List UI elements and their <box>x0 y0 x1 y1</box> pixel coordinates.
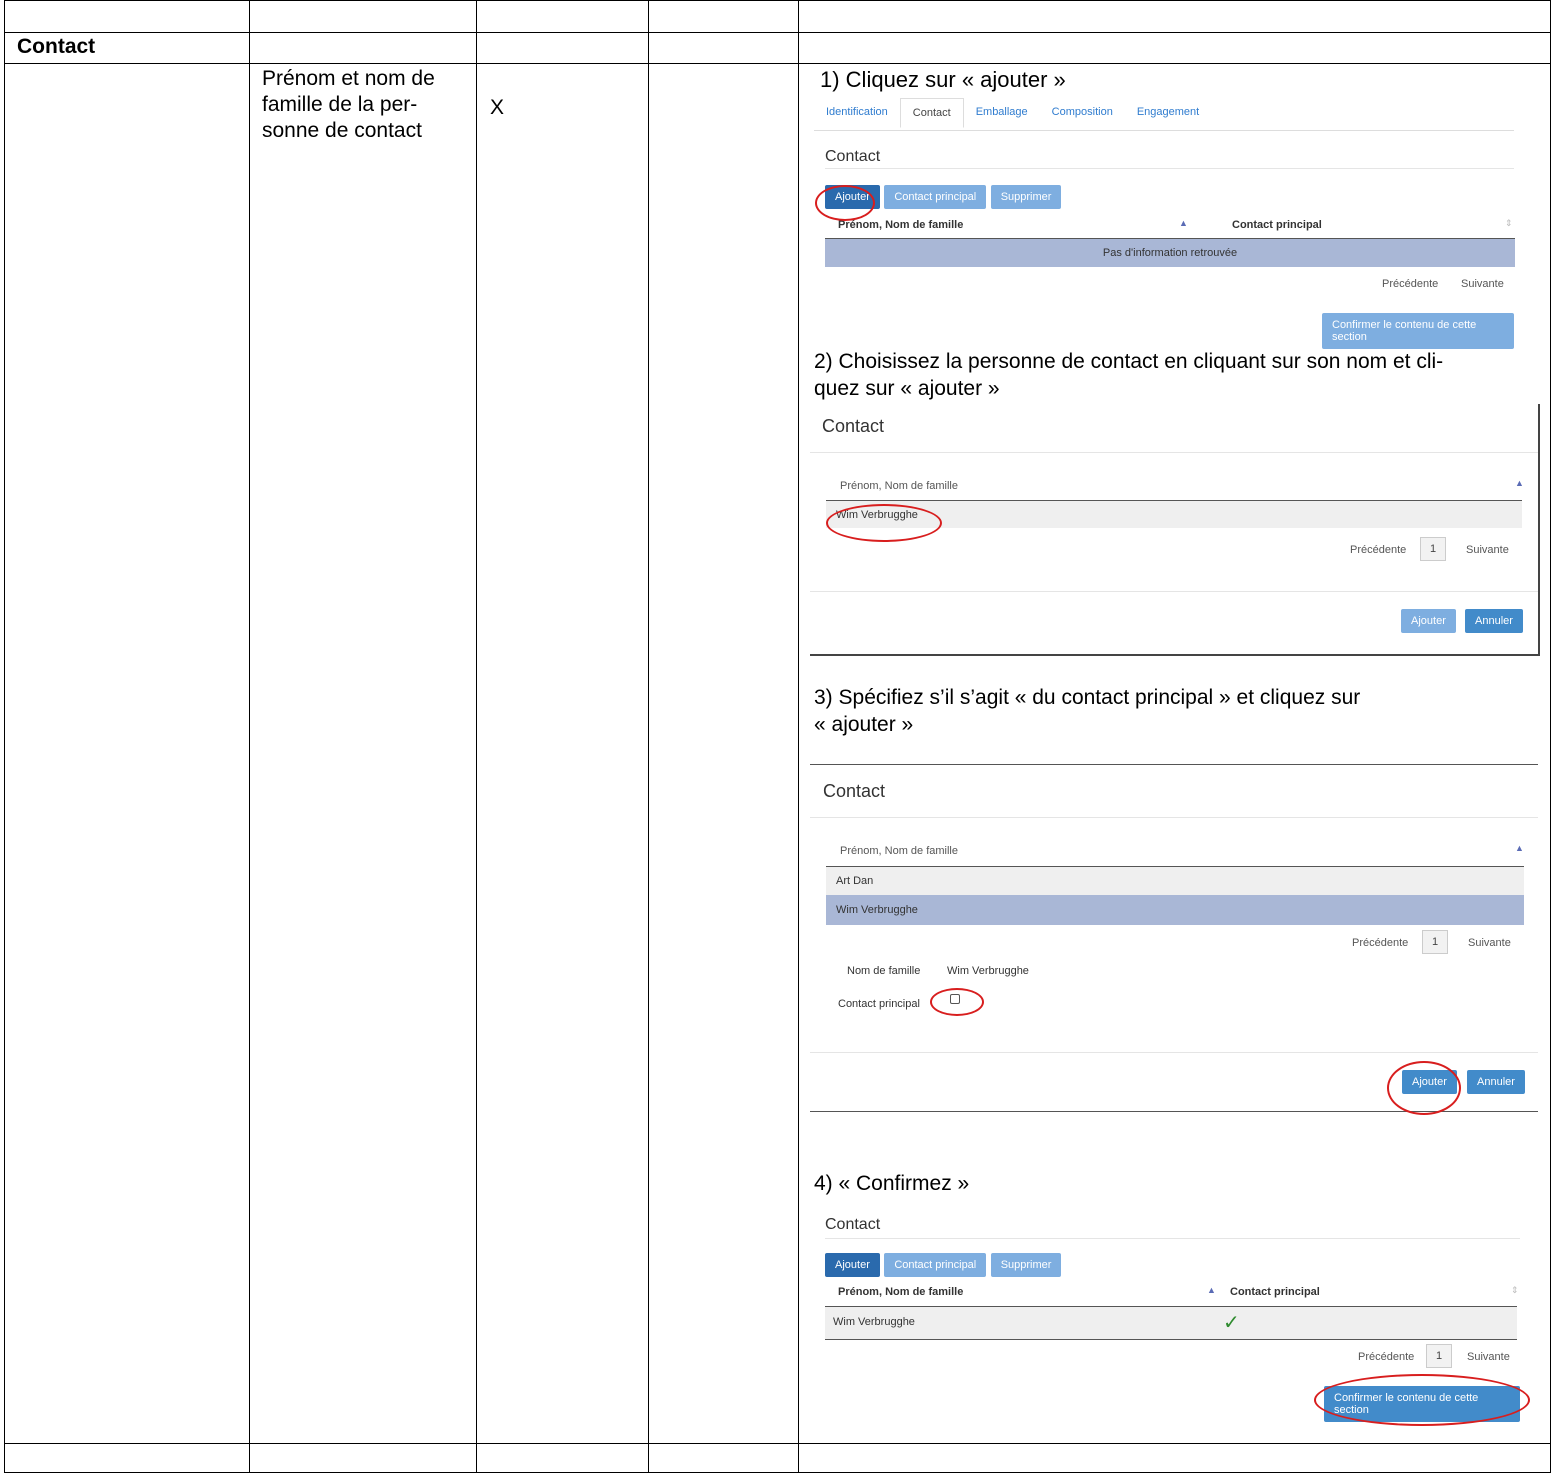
panel-title: Contact <box>822 416 885 436</box>
next-page-link[interactable]: Suivante <box>1467 1351 1510 1363</box>
divider <box>810 591 1538 592</box>
checkmark-icon: ✓ <box>1223 1312 1240 1334</box>
button-row: Ajouter Contact principal Supprimer <box>825 1253 1062 1277</box>
lastname-label: Nom de famille <box>847 965 921 977</box>
step-1-text: 1) Cliquez sur « ajouter » <box>820 67 1066 92</box>
step-2-line: quez sur « ajouter » <box>814 377 1000 400</box>
screenshot-1: Identification Contact Emballage Composi… <box>814 98 1515 349</box>
tab-contact[interactable]: Contact <box>899 98 964 128</box>
next-page-link[interactable]: Suivante <box>1468 937 1511 949</box>
section-title: Contact <box>17 35 96 58</box>
main-contact-button[interactable]: Contact principal <box>884 1253 987 1277</box>
divider <box>825 1238 1520 1239</box>
sort-icon[interactable]: ⇕ <box>1511 1285 1519 1296</box>
highlight-circle <box>1314 1374 1530 1426</box>
screenshot-4: Contact Ajouter Contact principal Suppri… <box>814 1198 1530 1426</box>
highlight-circle <box>1387 1061 1461 1115</box>
table-border-left <box>4 0 5 1473</box>
screenshot-3: Contact Prénom, Nom de famille ▲ Art Dan… <box>810 764 1538 1115</box>
page-number[interactable]: 1 <box>1422 930 1449 954</box>
cancel-button[interactable]: Annuler <box>1467 1070 1525 1094</box>
panel-title: Contact <box>825 1216 881 1233</box>
cancel-button[interactable]: Annuler <box>1465 609 1523 633</box>
next-page-link[interactable]: Suivante <box>1466 544 1509 556</box>
field-label-line: Prénom et nom de <box>262 67 435 90</box>
column-header-name[interactable]: Prénom, Nom de famille <box>838 1286 963 1298</box>
sort-icon[interactable]: ⇕ <box>1505 218 1513 229</box>
delete-button[interactable]: Supprimer <box>990 185 1062 209</box>
divider <box>810 1052 1538 1053</box>
step-3-line: 3) Spécifiez s’il s’agit « du contact pr… <box>814 686 1361 709</box>
sort-asc-icon[interactable]: ▲ <box>1515 843 1524 853</box>
column-header-main[interactable]: Contact principal <box>1230 1286 1320 1298</box>
divider <box>810 452 1538 453</box>
row-name: Wim Verbrugghe <box>833 1316 915 1328</box>
prev-page-link[interactable]: Précédente <box>1352 937 1408 949</box>
empty-row: Pas d'information retrouvée <box>825 238 1515 267</box>
step-3-text: 3) Spécifiez s’il s’agit « du contact pr… <box>814 684 1360 738</box>
field-label-line: famille de la per- <box>262 93 418 116</box>
column-header-main[interactable]: Contact principal <box>1232 219 1322 231</box>
panel-title: Contact <box>823 781 886 801</box>
step-2-line: 2) Choisissez la personne de contact en … <box>814 350 1444 373</box>
sort-asc-icon[interactable]: ▲ <box>1207 1285 1216 1295</box>
confirm-section-button[interactable]: Confirmer le contenu de cette section <box>1322 313 1514 349</box>
prev-page-link[interactable]: Précédente <box>1382 278 1438 290</box>
page-number[interactable]: 1 <box>1420 537 1447 561</box>
divider <box>825 168 1514 169</box>
sort-asc-icon[interactable]: ▲ <box>1515 478 1524 488</box>
add-button[interactable]: Ajouter <box>825 1253 880 1277</box>
step-4-text: 4) « Confirmez » <box>814 1172 970 1195</box>
field-label-line: sonne de contact <box>262 119 422 142</box>
table-border-col3 <box>476 0 477 1473</box>
panel-title: Contact <box>825 148 881 165</box>
highlight-circle <box>930 988 984 1016</box>
mandatory-mark: X <box>490 96 505 119</box>
main-contact-button[interactable]: Contact principal <box>884 185 987 209</box>
sort-asc-icon[interactable]: ▲ <box>1179 218 1188 228</box>
tabs: Identification Contact Emballage Composi… <box>814 98 1514 128</box>
column-header-name[interactable]: Prénom, Nom de famille <box>840 480 958 492</box>
table-border-col2 <box>249 0 250 1473</box>
tab-bar: Identification Contact Emballage Composi… <box>814 98 1514 131</box>
prev-page-link[interactable]: Précédente <box>1350 544 1406 556</box>
screenshot-2: Contact Prénom, Nom de famille ▲ Wim Ver… <box>810 404 1540 656</box>
tab-composition[interactable]: Composition <box>1040 98 1125 128</box>
tab-emballage[interactable]: Emballage <box>964 98 1040 128</box>
prev-page-link[interactable]: Précédente <box>1358 1351 1414 1363</box>
delete-button[interactable]: Supprimer <box>990 1253 1062 1277</box>
table-border-col4 <box>648 0 649 1473</box>
table-border-right <box>1550 0 1551 1473</box>
column-header-name[interactable]: Prénom, Nom de famille <box>838 219 963 231</box>
step-3-line: « ajouter » <box>814 713 914 736</box>
table-row-line-1 <box>4 32 1551 33</box>
page-number[interactable]: 1 <box>1426 1344 1453 1368</box>
highlight-circle <box>826 504 942 542</box>
lastname-value: Wim Verbrugghe <box>947 965 1029 977</box>
field-label: Prénom et nom de famille de la per- sonn… <box>262 66 435 144</box>
tab-identification[interactable]: Identification <box>814 98 900 128</box>
divider <box>810 817 1538 818</box>
list-item[interactable]: Art Dan <box>826 866 1524 895</box>
add-button[interactable]: Ajouter <box>1401 609 1456 633</box>
next-page-link[interactable]: Suivante <box>1461 278 1504 290</box>
tab-engagement[interactable]: Engagement <box>1125 98 1211 128</box>
list-item-selected[interactable]: Wim Verbrugghe <box>826 895 1524 925</box>
document-table: Contact Prénom et nom de famille de la p… <box>4 0 1551 1473</box>
table-row-line-2 <box>4 63 1551 64</box>
table-border-col5 <box>798 0 799 1473</box>
table-row-line-3 <box>4 1443 1551 1444</box>
column-header-name[interactable]: Prénom, Nom de famille <box>840 845 958 857</box>
table-border-top <box>4 0 1551 1</box>
highlight-circle <box>815 185 875 221</box>
step-2-text: 2) Choisissez la personne de contact en … <box>814 348 1443 402</box>
main-contact-label: Contact principal <box>838 998 920 1010</box>
table-row[interactable]: Wim Verbrugghe ✓ <box>825 1306 1517 1340</box>
